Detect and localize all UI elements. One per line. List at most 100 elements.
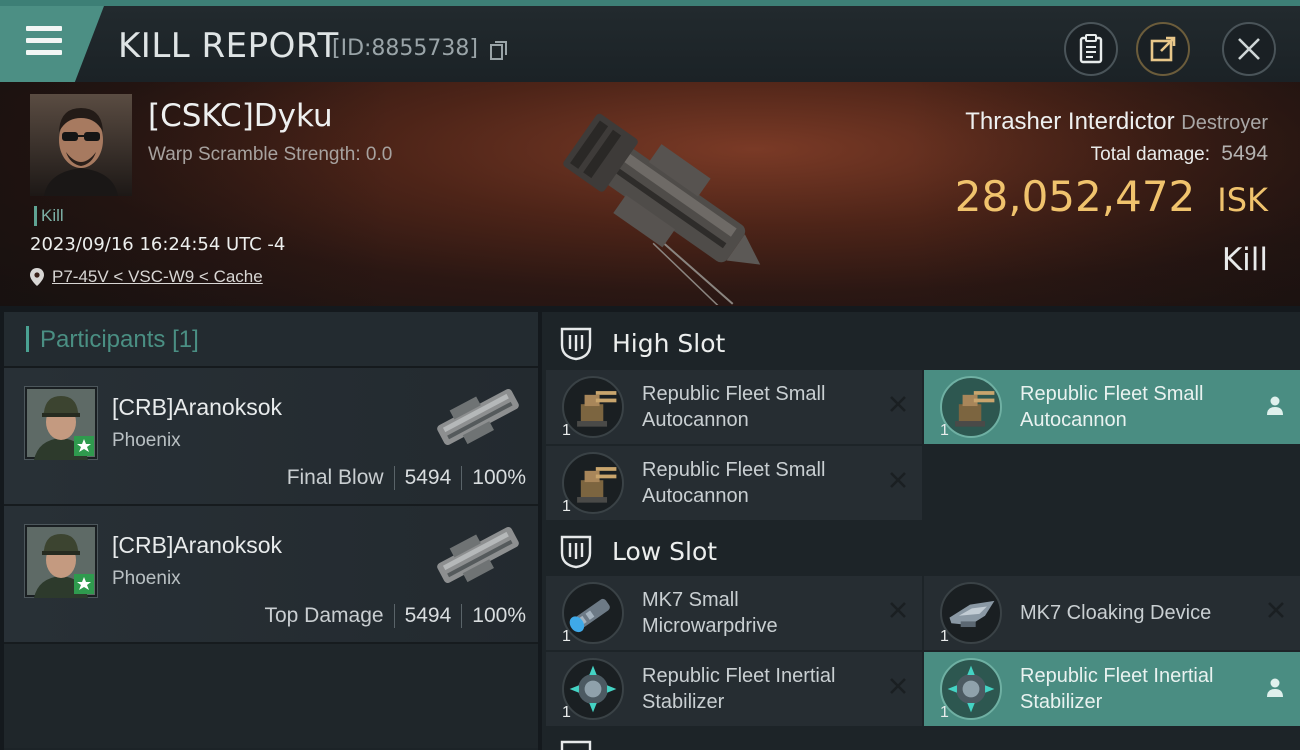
module-item[interactable]: 1 Republic Fleet Inertial Stabilizer [546, 652, 922, 726]
kill-id: [ID:8855738] [332, 36, 478, 61]
module-item[interactable]: 1 MK7 Small Microwarpdrive [546, 576, 922, 650]
module-item-dropped[interactable]: 1 Republic Fleet Small Autocannon [924, 370, 1300, 444]
close-icon [1238, 38, 1260, 60]
participant-row[interactable]: [CRB]Aranoksok Phoenix Top Damage 5494 1… [4, 506, 538, 644]
destroyed-x-icon [890, 678, 906, 694]
module-quantity: 1 [562, 704, 571, 721]
participants-header: Participants [1] [4, 312, 538, 368]
page-title: KILL REPORT [118, 26, 339, 66]
fitting-panel: High Slot 1 Republic Fleet Small Autocann… [542, 312, 1300, 750]
module-name: Republic Fleet Small Autocannon [1020, 383, 1204, 431]
total-damage-label: Total damage: [1090, 144, 1210, 165]
participant-name[interactable]: [CRB]Aranoksok [112, 532, 282, 559]
ship-class: Destroyer [1181, 112, 1268, 134]
total-damage-value: 5494 [1221, 142, 1268, 165]
result-label: Kill [1221, 242, 1268, 278]
participants-empty-area [4, 644, 538, 748]
pilot-icon [1267, 396, 1283, 415]
share-button[interactable] [1136, 22, 1190, 76]
menu-button[interactable] [0, 6, 104, 82]
low-slot-label: Low Slot [612, 536, 718, 566]
destroyed-x-icon [890, 602, 906, 618]
participant-portrait[interactable] [24, 386, 98, 460]
destroyed-x-icon [890, 472, 906, 488]
module-item[interactable]: 1 Republic Fleet Small Autocannon [546, 370, 922, 444]
warp-scramble-text: Warp Scramble Strength: 0.0 [148, 144, 393, 165]
high-slot-header: High Slot [542, 316, 1300, 370]
victim-ship-image [563, 113, 761, 305]
header-bar: KILL REPORT [ID:8855738] [0, 0, 1300, 82]
participants-panel: Participants [1] [CRB]Aranoksok Phoenix [4, 312, 538, 750]
module-quantity: 1 [940, 704, 949, 721]
ship-type: Thrasher Interdictor Destroyer [965, 108, 1268, 136]
isk-unit: ISK [1217, 181, 1268, 219]
high-slot-label: High Slot [612, 328, 726, 358]
destroyed-x-icon [890, 396, 906, 412]
hamburger-menu-icon [26, 26, 62, 56]
module-item-dropped[interactable]: 1 Republic Fleet Inertial Stabilizer [924, 652, 1300, 726]
low-slot-icon [560, 535, 592, 569]
isk-value: 28,052,472 ISK [955, 172, 1268, 221]
module-name: MK7 Small Microwarpdrive [642, 589, 778, 637]
participants-count: [1] [172, 326, 199, 353]
participant-stats: Top Damage 5494 100% [264, 604, 526, 628]
victim-name[interactable]: [CSKC]Dyku [148, 98, 333, 134]
participant-name[interactable]: [CRB]Aranoksok [112, 394, 282, 421]
participant-ship-image [437, 526, 519, 584]
location-pin-icon [30, 268, 44, 286]
copy-icon[interactable] [490, 41, 508, 61]
participant-ship: Phoenix [112, 430, 181, 451]
cloaking-device-icon [940, 582, 1002, 644]
module-item[interactable]: 1 MK7 Cloaking Device [924, 576, 1300, 650]
inertial-stabilizer-icon [562, 658, 624, 720]
autocannon-icon [940, 376, 1002, 438]
external-share-icon [1150, 36, 1176, 62]
mid-slot-icon [560, 740, 592, 750]
module-quantity: 1 [940, 422, 949, 439]
stat-damage: 5494 [404, 466, 452, 489]
inertial-stabilizer-icon [940, 658, 1002, 720]
module-item[interactable]: 1 Republic Fleet Small Autocannon [546, 446, 922, 520]
module-quantity: 1 [562, 498, 571, 515]
mid-slot-header-partial [542, 732, 1300, 750]
close-button[interactable] [1222, 22, 1276, 76]
isk-amount: 28,052,472 [954, 172, 1196, 221]
module-quantity: 1 [562, 628, 571, 645]
participants-title: Participants [1] [40, 326, 199, 353]
autocannon-icon [562, 452, 624, 514]
low-slot-header: Low Slot [542, 524, 1300, 578]
stat-percent: 100% [472, 466, 526, 489]
stat-label: Final Blow [286, 466, 384, 489]
high-slot-icon [560, 327, 592, 361]
pilot-icon [1267, 678, 1283, 697]
participant-ship-image [437, 388, 519, 446]
module-name: Republic Fleet Small Autocannon [642, 383, 826, 431]
participant-ship: Phoenix [112, 568, 181, 589]
stat-label: Top Damage [264, 604, 384, 627]
clipboard-button[interactable] [1064, 22, 1118, 76]
stat-damage: 5494 [404, 604, 452, 627]
victim-banner: [CSKC]Dyku Warp Scramble Strength: 0.0 K… [0, 82, 1300, 306]
participant-portrait[interactable] [24, 524, 98, 598]
microwarpdrive-icon [562, 582, 624, 644]
ship-name[interactable]: Thrasher Interdictor [965, 108, 1174, 135]
participant-stats: Final Blow 5494 100% [287, 466, 526, 490]
stat-percent: 100% [472, 604, 526, 627]
module-quantity: 1 [940, 628, 949, 645]
module-name: Republic Fleet Inertial Stabilizer [1020, 665, 1214, 713]
victim-portrait[interactable] [30, 94, 132, 196]
kill-timestamp: 2023/09/16 16:24:54 UTC -4 [30, 234, 286, 255]
location-link[interactable]: P7-45V < VSC-W9 < Cache [30, 267, 263, 287]
clipboard-icon [1079, 34, 1103, 64]
module-name: MK7 Cloaking Device [1020, 602, 1212, 624]
module-name: Republic Fleet Small Autocannon [642, 459, 826, 507]
accent-bar [26, 326, 29, 352]
location-text[interactable]: P7-45V < VSC-W9 < Cache [52, 267, 263, 287]
participant-row[interactable]: [CRB]Aranoksok Phoenix Final Blow 5494 1… [4, 368, 538, 506]
destroyed-x-icon [1268, 602, 1284, 618]
module-quantity: 1 [562, 422, 571, 439]
total-damage: Total damage: 5494 [1091, 142, 1268, 166]
autocannon-icon [562, 376, 624, 438]
module-name: Republic Fleet Inertial Stabilizer [642, 665, 836, 713]
kill-tag: Kill [34, 206, 64, 226]
